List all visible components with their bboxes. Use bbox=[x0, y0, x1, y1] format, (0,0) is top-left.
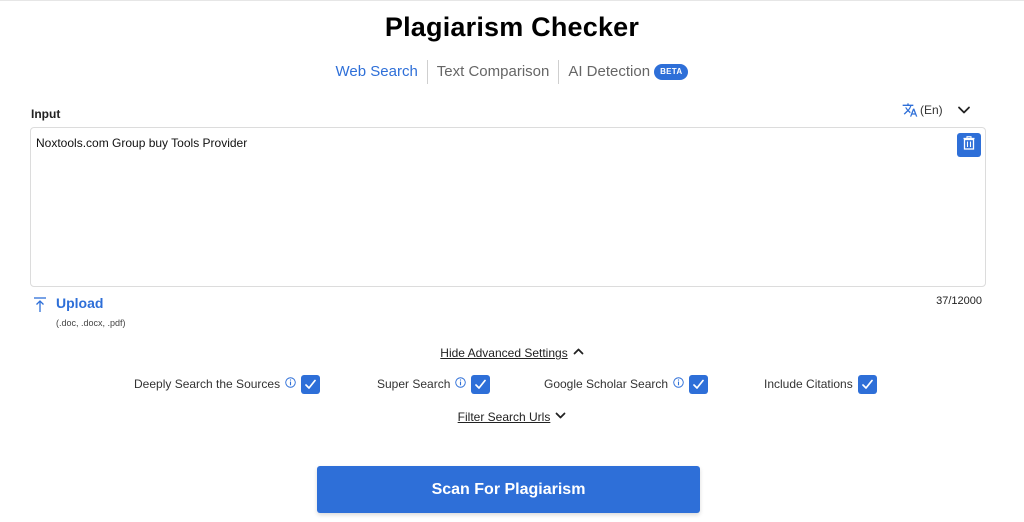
chevron-down-icon bbox=[957, 103, 971, 117]
top-divider bbox=[0, 0, 1024, 1]
option-deep-search: Deeply Search the Sources bbox=[134, 373, 321, 395]
page-title: Plagiarism Checker bbox=[384, 12, 640, 42]
tab-ai-detection-label: AI Detection bbox=[568, 63, 651, 80]
language-label: (En) bbox=[920, 103, 943, 117]
include-citations-checkbox[interactable] bbox=[857, 374, 877, 394]
option-label: Super Search bbox=[377, 377, 451, 391]
advanced-settings-toggle[interactable]: Hide Advanced Settings bbox=[0, 344, 1024, 362]
beta-badge: BETA bbox=[654, 64, 689, 80]
checkmark-icon bbox=[475, 379, 487, 389]
option-include-citations: Include Citations bbox=[764, 373, 877, 395]
filter-search-urls-toggle[interactable]: Filter Search Urls bbox=[0, 408, 1024, 426]
option-google-scholar: Google Scholar Search bbox=[544, 373, 709, 395]
option-super-search: Super Search bbox=[377, 373, 491, 395]
tab-ai-detection[interactable]: AI Detection BETA bbox=[559, 60, 697, 84]
scan-for-plagiarism-button[interactable]: Scan For Plagiarism bbox=[317, 466, 700, 513]
chevron-up-icon bbox=[568, 344, 584, 362]
language-selector[interactable]: (En) bbox=[902, 102, 971, 118]
input-text: Noxtools.com Group buy Tools Provider bbox=[36, 136, 248, 150]
checkmark-icon bbox=[693, 379, 704, 389]
upload-button[interactable]: Upload (.doc, .docx, .pdf) bbox=[33, 295, 126, 328]
character-count: 37/12000 bbox=[936, 295, 982, 307]
info-icon[interactable] bbox=[285, 377, 296, 391]
trash-icon bbox=[963, 135, 975, 155]
input-label: Input bbox=[31, 107, 61, 121]
deep-search-checkbox[interactable] bbox=[301, 374, 321, 394]
option-label: Include Citations bbox=[764, 377, 853, 391]
chevron-down-icon bbox=[550, 408, 566, 426]
mode-tabs: Web Search Text Comparison AI Detection … bbox=[0, 60, 1024, 84]
upload-file-types: (.doc, .docx, .pdf) bbox=[56, 318, 126, 328]
upload-icon bbox=[33, 297, 47, 318]
text-input-area[interactable]: Noxtools.com Group buy Tools Provider bbox=[30, 127, 986, 287]
option-label: Deeply Search the Sources bbox=[134, 377, 281, 391]
checkmark-icon bbox=[305, 379, 316, 389]
upload-label: Upload bbox=[56, 295, 104, 311]
filter-search-urls-label: Filter Search Urls bbox=[457, 410, 551, 424]
tab-text-comparison[interactable]: Text Comparison bbox=[428, 60, 559, 84]
info-icon[interactable] bbox=[673, 377, 684, 391]
advanced-options: Deeply Search the Sources Super Search G… bbox=[0, 373, 1024, 395]
translate-icon bbox=[902, 102, 918, 118]
clear-text-button[interactable] bbox=[957, 133, 981, 157]
google-scholar-checkbox[interactable] bbox=[689, 374, 709, 394]
tab-web-search[interactable]: Web Search bbox=[327, 60, 427, 84]
checkmark-icon bbox=[861, 379, 873, 389]
advanced-settings-label: Hide Advanced Settings bbox=[440, 346, 568, 360]
option-label: Google Scholar Search bbox=[544, 377, 669, 391]
info-icon[interactable] bbox=[455, 377, 467, 391]
super-search-checkbox[interactable] bbox=[471, 374, 491, 394]
